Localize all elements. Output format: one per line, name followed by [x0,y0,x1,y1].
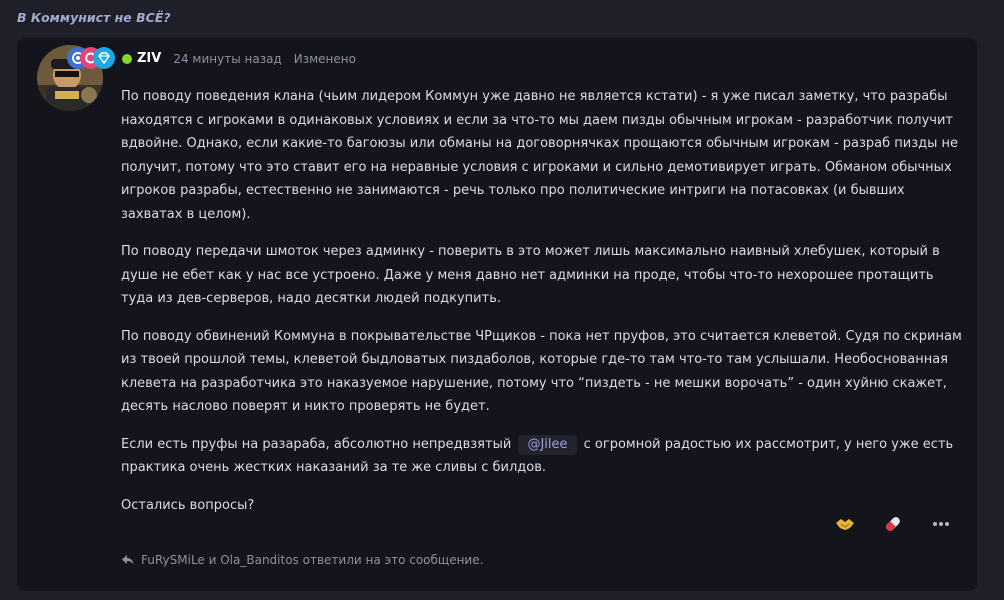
replied-notice[interactable]: FuRySMiLe и Ola_Banditos ответили на это… [121,553,483,567]
paragraph: По поводу поведения клана (чьим лидером … [121,89,959,222]
paragraph: Если есть пруфы на разараба, абсолютно н… [121,433,969,480]
avatar-container[interactable] [37,45,115,111]
replied-text: FuRySMiLe и Ola_Banditos ответили на это… [141,553,484,567]
paragraph: По поводу обвинений Коммуна в покрывател… [121,328,962,415]
badge-group [67,47,119,75]
more-icon[interactable] [929,512,953,536]
post-time[interactable]: 24 минуты назад [173,52,281,66]
reaction-bar [809,512,953,536]
topic-title[interactable]: В Коммунист не ВСЁ? [17,10,171,25]
paragraph: По поводу передачи шмоток через админку … [121,244,940,306]
author-name[interactable]: ZIV [137,51,161,66]
paragraph-text: Если есть пруфы на разараба, абсолютно н… [121,436,512,452]
pill-icon[interactable] [881,512,905,536]
diamond-badge-icon[interactable] [93,47,115,69]
post-meta: ZIV 24 минуты назад Изменено [122,51,356,66]
post-card: ZIV 24 минуты назад Изменено По поводу п… [17,38,977,591]
user-mention[interactable]: @Jilee [518,434,577,455]
online-status-icon [122,53,132,64]
post-content: По поводу поведения клана (чьим лидером … [121,85,969,531]
handshake-icon[interactable] [833,512,857,536]
edited-label[interactable]: Изменено [294,52,356,66]
reply-arrow-icon [122,555,134,565]
